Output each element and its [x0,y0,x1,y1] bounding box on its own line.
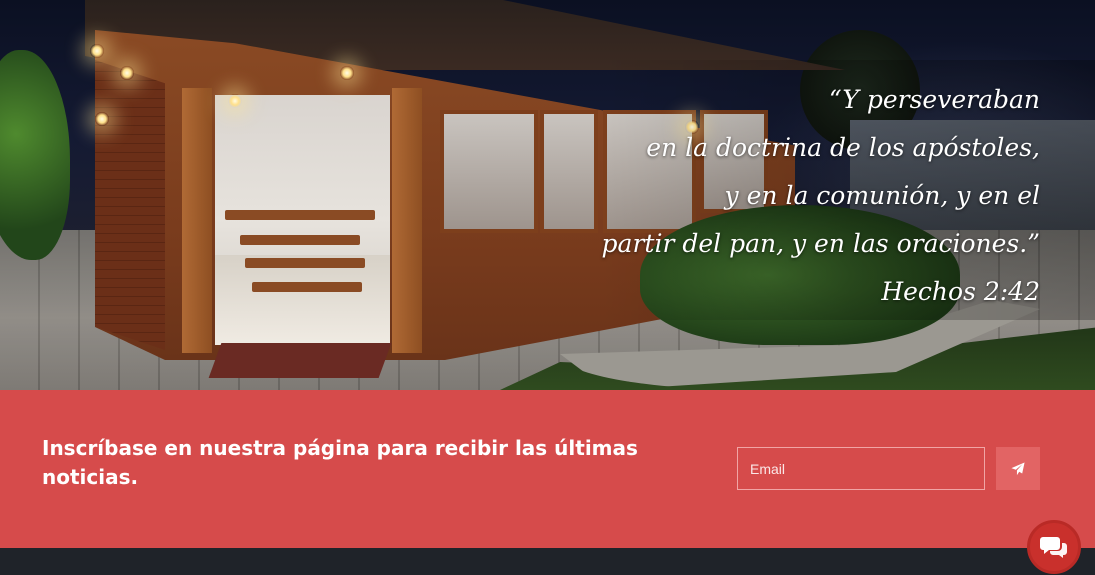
lamp [120,66,134,80]
verse-line: partir del pan, y en las oraciones.” [601,229,1040,258]
lamp [340,66,354,80]
brick-wall [95,60,165,350]
door-frame-right [392,88,422,353]
footer-bar [0,548,1095,575]
bush [0,50,70,260]
chat-bubbles-icon [1040,537,1067,558]
lamp [95,112,109,126]
window [540,110,598,233]
lamp [90,44,104,58]
pew [245,258,365,268]
door-frame-left [182,88,212,353]
verse-line: y en la comunión, y en el [724,181,1040,210]
paper-plane-icon [1011,461,1025,475]
pew [240,235,360,245]
bible-verse: “Y perseveraban en la doctrina de los ap… [602,76,1040,316]
email-input[interactable] [737,447,985,490]
doormat [208,343,392,378]
pew [252,282,362,292]
newsletter-heading: Inscríbase en nuestra página para recibi… [42,436,638,489]
chapel-floor [215,255,390,345]
pew [225,210,375,220]
verse-line: “Y perseveraban [828,85,1040,114]
newsletter-section: Inscríbase en nuestra página para recibi… [0,390,1095,548]
hero-banner: “Y perseveraban en la doctrina de los ap… [0,0,1095,390]
verse-line: en la doctrina de los apóstoles, [646,133,1040,162]
lamp [228,94,242,108]
window [440,110,538,233]
verse-reference: Hechos 2:42 [881,277,1040,306]
subscribe-button[interactable] [996,447,1040,490]
chat-button[interactable] [1027,520,1081,574]
